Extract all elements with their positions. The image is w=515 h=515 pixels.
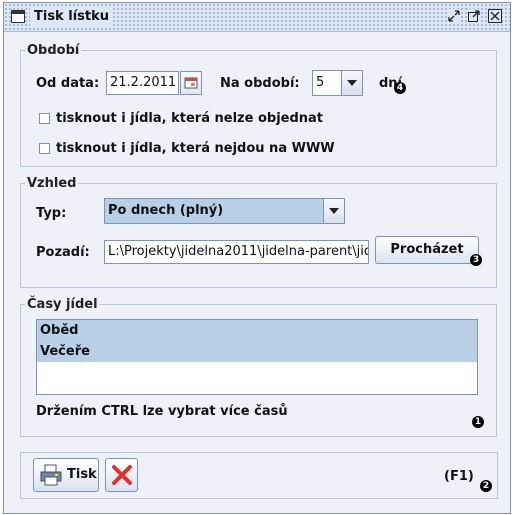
- printer-icon: [40, 464, 62, 486]
- vzhled-group: Vzhled: [20, 176, 497, 288]
- tisk-label: Tisk: [67, 467, 97, 482]
- window-title: Tisk lístku: [30, 8, 113, 26]
- list-item-obed[interactable]: Oběd: [37, 320, 477, 341]
- badge-3: 3: [470, 254, 482, 266]
- checkbox-nelze-objednat[interactable]: tisknout i jídla, která nelze objednat: [39, 111, 323, 126]
- na-obdobi-value: 5: [316, 75, 325, 90]
- casy-legend: Časy jídel: [27, 297, 98, 312]
- maximize-icon[interactable]: [467, 9, 481, 23]
- cancel-x-icon: [112, 465, 132, 485]
- na-obdobi-select[interactable]: 5: [312, 70, 363, 96]
- chevron-down-icon: [323, 199, 344, 223]
- calendar-icon: [184, 77, 198, 89]
- tisk-button[interactable]: Tisk: [33, 458, 99, 492]
- badge-2: 2: [480, 480, 492, 492]
- od-data-label: Od data:: [36, 76, 100, 91]
- casy-hint: Držením CTRL lze vybrat více časů: [36, 404, 288, 419]
- typ-value: Po dnech (plný): [108, 203, 224, 218]
- dialog-window: Tisk lístku Období Od data: 21.2.2011 Na…: [3, 2, 511, 514]
- checkbox-label: tisknout i jídla, která nelze objednat: [56, 111, 324, 126]
- prochazet-button[interactable]: Procházet: [375, 236, 479, 264]
- title-bar[interactable]: Tisk lístku: [4, 3, 510, 32]
- checkbox-label: tisknout i jídla, která nejdou na WWW: [56, 141, 335, 156]
- cancel-button[interactable]: [105, 458, 138, 492]
- minimize-icon[interactable]: [447, 9, 461, 23]
- chevron-down-icon: [341, 71, 362, 95]
- obdobi-legend: Období: [27, 43, 80, 58]
- od-data-input[interactable]: 21.2.2011: [106, 71, 179, 95]
- shortcut-hint: (F1): [444, 469, 474, 484]
- list-item-vecere[interactable]: Večeře: [37, 341, 477, 362]
- casy-listbox[interactable]: Oběd Večeře: [36, 319, 478, 395]
- typ-select[interactable]: Po dnech (plný): [104, 198, 345, 224]
- badge-1: 1: [472, 416, 484, 428]
- pozadi-label: Pozadí:: [36, 245, 90, 260]
- calendar-button[interactable]: [180, 71, 202, 95]
- badge-4: 4: [394, 82, 406, 94]
- na-obdobi-label: Na období:: [220, 76, 300, 91]
- vzhled-legend: Vzhled: [27, 176, 77, 191]
- checkbox-box[interactable]: [39, 113, 50, 124]
- typ-label: Typ:: [36, 206, 67, 221]
- pozadi-input[interactable]: L:\Projekty\jidelna2011\jidelna-parent\j…: [104, 240, 369, 264]
- checkbox-nejdou-na-www[interactable]: tisknout i jídla, která nejdou na WWW: [39, 141, 335, 156]
- checkbox-box[interactable]: [39, 143, 50, 154]
- close-icon[interactable]: [488, 9, 502, 23]
- window-icon: [11, 10, 25, 23]
